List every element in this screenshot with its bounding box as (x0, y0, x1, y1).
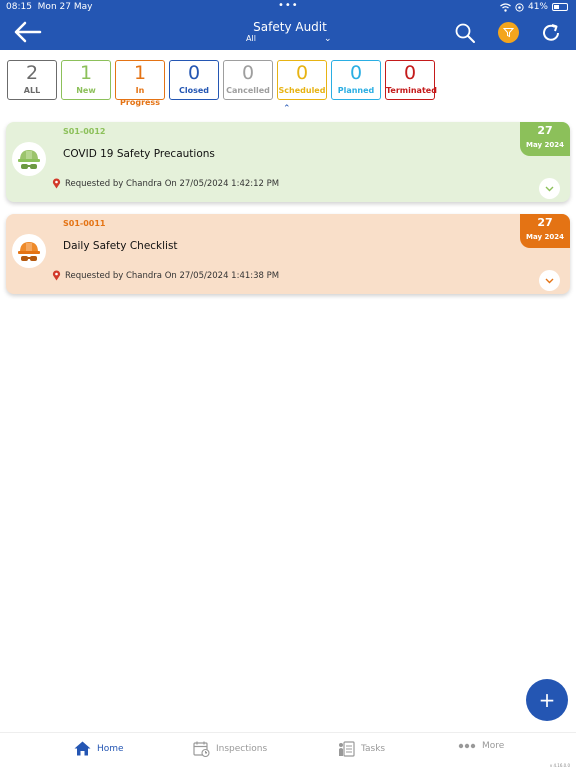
home-icon (74, 741, 91, 756)
nav-label: Inspections (216, 744, 268, 754)
refresh-button[interactable] (540, 22, 562, 44)
date-day: 27 (537, 216, 553, 229)
refresh-icon (543, 24, 559, 41)
tile-label: Cancelled (226, 86, 270, 95)
nav-label: More (482, 741, 505, 751)
status-tile-terminated[interactable]: 0 Terminated (385, 60, 437, 100)
location-arrow-icon (515, 2, 524, 12)
calendar-icon (193, 741, 210, 757)
chevron-down-icon (545, 186, 554, 191)
battery-percent: 41% (527, 2, 548, 12)
location-pin-icon (52, 270, 61, 281)
status-time: 08:15 Mon 27 May (6, 2, 93, 12)
app-bar: Safety Audit All ⌄ (0, 14, 576, 50)
audit-requested-info: Requested by Chandra On 27/05/2024 1:41:… (52, 270, 279, 281)
collapse-tiles-chevron-up-icon[interactable]: ⌃ (283, 104, 291, 114)
status-tiles: 2 ALL 1 New 1 In Progress 0 Closed 0 Can… (7, 60, 437, 107)
tile-count: 0 (241, 62, 255, 84)
app-version: v 4.16.0.0 (549, 763, 570, 768)
chevron-down-icon: ⌄ (324, 34, 332, 44)
page-subtitle: All (246, 34, 256, 43)
audit-requested-info: Requested by Chandra On 27/05/2024 1:42:… (52, 178, 279, 189)
tile-label: Closed (178, 86, 210, 95)
search-icon (455, 23, 475, 43)
status-tile-scheduled[interactable]: 0 Scheduled (277, 60, 327, 100)
tile-label: In Progress (120, 86, 160, 107)
audit-title: Daily Safety Checklist (63, 240, 178, 252)
wifi-icon (500, 2, 511, 12)
tile-count: 0 (295, 62, 309, 84)
tile-count: 0 (403, 62, 417, 84)
nav-label: Tasks (361, 744, 386, 754)
filter-icon (503, 28, 514, 38)
date-badge: 27 May 2024 (520, 214, 570, 248)
bottom-navigation: Home Inspections Tasks More v 4.16.0.0 (0, 732, 576, 768)
nav-inspections[interactable]: Inspections (193, 741, 267, 757)
tile-count: 2 (25, 62, 39, 84)
audit-card[interactable]: S01-0011 Daily Safety Checklist Requeste… (6, 214, 570, 294)
tile-count: 1 (79, 62, 93, 84)
audit-code: S01-0011 (63, 219, 106, 228)
nav-more[interactable]: More (458, 741, 504, 751)
status-tile-cancelled[interactable]: 0 Cancelled (223, 60, 273, 100)
battery-icon (552, 3, 568, 11)
status-tile-in-progress[interactable]: 1 In Progress (115, 60, 165, 107)
status-tile-planned[interactable]: 0 Planned (331, 60, 381, 100)
status-right: 41% (500, 2, 568, 12)
title-dropdown[interactable]: Safety Audit All ⌄ (230, 20, 350, 44)
tile-label: Scheduled (278, 86, 326, 95)
plus-icon: + (538, 688, 556, 712)
page-title: Safety Audit (253, 20, 327, 34)
tasks-icon (339, 741, 355, 757)
status-bar: 08:15 Mon 27 May ••• 41% (0, 0, 576, 14)
multitask-dots[interactable]: ••• (278, 0, 299, 11)
date-month: May 2024 (526, 233, 564, 241)
back-button[interactable] (12, 18, 44, 46)
tile-count: 0 (349, 62, 363, 84)
audit-card[interactable]: S01-0012 COVID 19 Safety Precautions Req… (6, 122, 570, 202)
hardhat-goggles-icon (12, 234, 46, 268)
tile-count: 1 (133, 62, 147, 84)
more-icon (458, 743, 476, 749)
nav-home[interactable]: Home (74, 741, 124, 756)
tile-count: 0 (187, 62, 201, 84)
status-tile-new[interactable]: 1 New (61, 60, 111, 100)
add-audit-button[interactable]: + (526, 679, 568, 721)
date-month: May 2024 (526, 141, 564, 149)
tile-label: New (76, 86, 96, 95)
status-tile-all[interactable]: 2 ALL (7, 60, 57, 100)
nav-label: Home (97, 743, 124, 754)
location-pin-icon (52, 178, 61, 189)
tile-label: Terminated (386, 86, 437, 95)
date-badge: 27 May 2024 (520, 122, 570, 156)
tile-label: ALL (23, 86, 41, 95)
date-day: 27 (537, 124, 553, 137)
expand-button[interactable] (539, 178, 560, 199)
audit-requested-text: Requested by Chandra On 27/05/2024 1:41:… (65, 270, 280, 281)
audit-requested-text: Requested by Chandra On 27/05/2024 1:42:… (65, 178, 280, 189)
hardhat-goggles-icon (12, 142, 46, 176)
status-tile-closed[interactable]: 0 Closed (169, 60, 219, 100)
search-button[interactable] (454, 22, 476, 44)
tile-label: Planned (337, 86, 375, 95)
expand-button[interactable] (539, 270, 560, 291)
back-arrow-icon (14, 21, 42, 43)
audit-code: S01-0012 (63, 127, 106, 136)
chevron-down-icon (545, 278, 554, 283)
filter-button[interactable] (498, 22, 519, 43)
nav-tasks[interactable]: Tasks (338, 741, 385, 757)
audit-title: COVID 19 Safety Precautions (63, 148, 215, 160)
